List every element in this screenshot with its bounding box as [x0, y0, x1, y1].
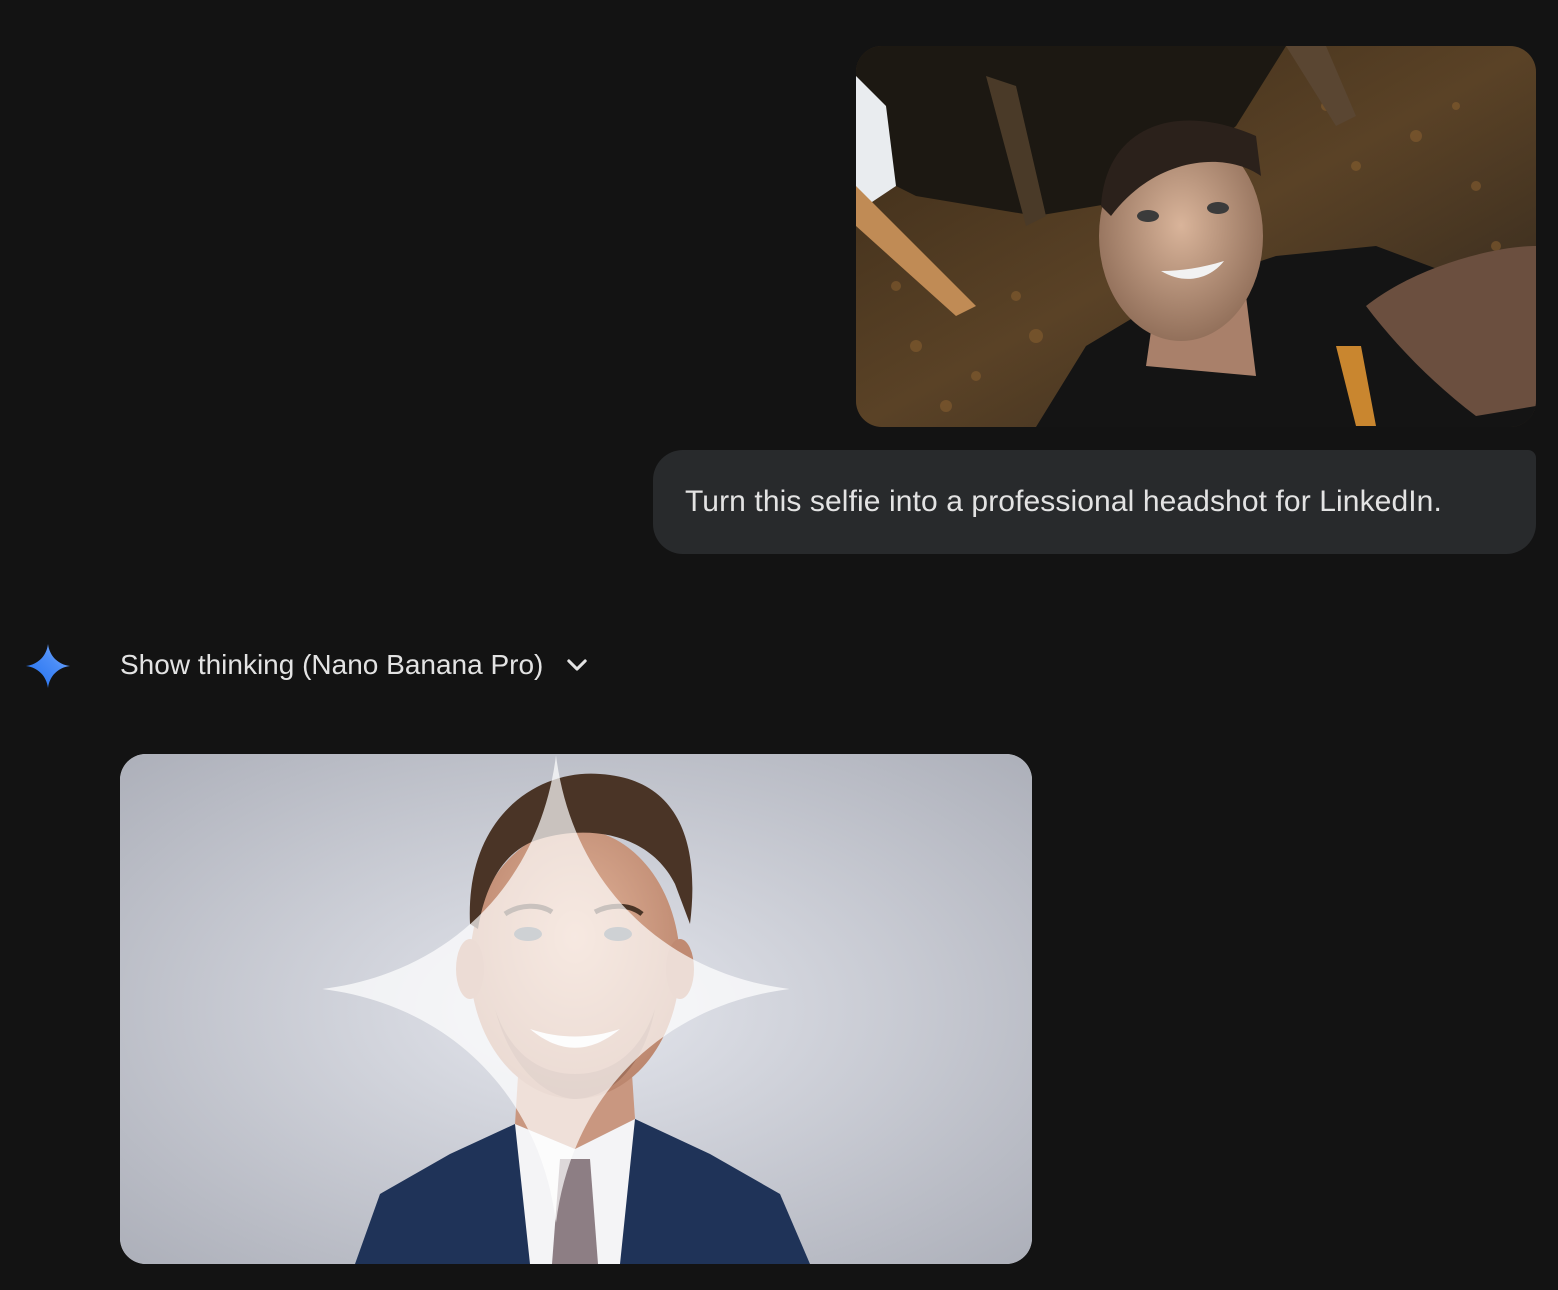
show-thinking-toggle[interactable]: Show thinking (Nano Banana Pro)	[120, 640, 591, 690]
sparkle-watermark-icon	[322, 755, 790, 1223]
gemini-spark-icon	[26, 644, 70, 688]
user-message-bubble: Turn this selfie into a professional hea…	[653, 450, 1536, 554]
user-message-text: Turn this selfie into a professional hea…	[685, 485, 1442, 518]
generated-headshot-image[interactable]	[120, 754, 1032, 1264]
selfie-illustration	[856, 46, 1536, 427]
show-thinking-label: Show thinking (Nano Banana Pro)	[120, 649, 544, 680]
user-selfie-image[interactable]	[856, 46, 1536, 427]
chevron-down-icon	[567, 659, 588, 671]
chat-page: Turn this selfie into a professional hea…	[0, 0, 1558, 1290]
